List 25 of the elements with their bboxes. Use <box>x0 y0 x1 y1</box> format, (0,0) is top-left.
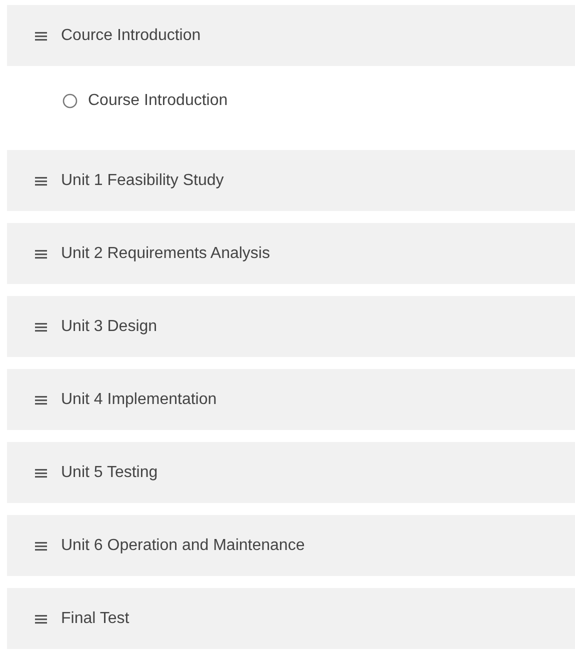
menu-icon <box>35 614 47 624</box>
section-header[interactable]: Unit 2 Requirements Analysis <box>7 223 575 284</box>
section-title: Unit 6 Operation and Maintenance <box>61 536 305 554</box>
section-header[interactable]: Unit 4 Implementation <box>7 369 575 430</box>
section-header[interactable]: Unit 3 Design <box>7 296 575 357</box>
section-title: Unit 2 Requirements Analysis <box>61 244 270 262</box>
menu-icon <box>35 540 47 550</box>
section-title: Unit 5 Testing <box>61 464 158 482</box>
section-title: Unit 1 Feasibility Study <box>61 172 224 190</box>
section-header[interactable]: Final Test <box>7 588 575 649</box>
section-title: Unit 3 Design <box>61 318 158 336</box>
section-header[interactable]: Unit 1 Feasibility Study <box>7 150 575 211</box>
section-title: Cource Introduction <box>61 26 201 44</box>
menu-icon <box>35 248 47 258</box>
section-header[interactable]: Cource Introduction <box>7 5 575 66</box>
menu-icon <box>35 176 47 186</box>
menu-icon <box>35 322 47 332</box>
section-title: Unit 4 Implementation <box>61 390 217 408</box>
section-header[interactable]: Unit 5 Testing <box>7 442 575 503</box>
section-title: Final Test <box>61 610 130 628</box>
menu-icon <box>35 468 47 478</box>
menu-icon <box>35 394 47 404</box>
section-header[interactable]: Unit 6 Operation and Maintenance <box>7 515 575 576</box>
lesson-link[interactable]: Course Introduction <box>88 92 228 110</box>
menu-icon <box>35 30 47 40</box>
